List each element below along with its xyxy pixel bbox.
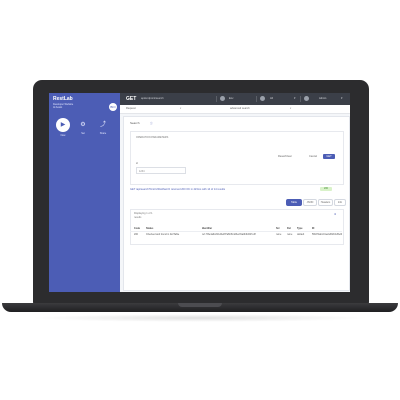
table-cell: ref-7f3e4a9c2b1d0e8f7a6b5c4d3e2f1a0b9c8d… [202,233,256,236]
divider [130,231,342,232]
scope-selector[interactable]: All [270,97,273,100]
divider [256,96,257,102]
table-cell: Checked and found in list/Table [146,233,180,236]
share-icon: ⤴ [99,122,106,128]
table-cell: 5f9d74abc01e2a3b8c4d5e6f [312,233,343,236]
sidebar-button-label: Share [99,132,107,135]
play-icon: ▶ [56,118,70,132]
top-bar: GET api/endpoint/search Env All ▾ Admin … [120,93,350,105]
sidebar-button-new[interactable]: ▶ New [55,118,71,137]
id-field[interactable]: 1234 [136,167,186,174]
column-header: Status [146,227,154,230]
sidebar-button-label: Set [81,132,85,135]
column-header: Type [297,227,303,230]
tab-headers[interactable]: Headers [318,199,333,206]
laptop-shadow [30,314,370,322]
account-menu[interactable]: Admin [319,97,326,100]
laptop-notch [178,303,222,307]
request-panel: Search ⓘ OPERATION PARAMETERS Reset/Clea… [123,116,350,291]
tab-table[interactable]: Table [286,199,302,206]
options-icon[interactable]: ⚙ [334,213,336,216]
user-avatar-icon[interactable] [304,96,309,101]
column-header: ID [312,227,315,230]
table-cell: none [276,233,282,236]
search-mode-selector[interactable]: advanced search [230,107,250,110]
column-header: Dst [287,227,291,230]
results-count: Displaying 1 of 1 [134,212,153,215]
status-message: GET /api/search?limit=20&offset=0 return… [130,188,226,191]
divider [300,96,301,102]
sidebar: RestLab Developer Website AI Assist BIO … [49,93,120,292]
chevron-down-icon[interactable]: ▾ [294,96,296,100]
http-method[interactable]: GET [126,96,136,102]
cancel-button[interactable]: Cancel [309,155,317,158]
divider [216,96,217,102]
field-label: id [136,162,138,165]
globe-icon [260,96,265,101]
brand-subtitle: Developer Website AI Assist [53,103,73,109]
parameters-title: OPERATION PARAMETERS [136,136,169,139]
org-logo: BIO [109,103,117,111]
section-title: Search [130,121,140,125]
parameters-box: OPERATION PARAMETERS Reset/Clear Cancel … [130,131,344,185]
sidebar-button-set[interactable]: ⚙ Set [75,118,91,135]
column-header: Identifier [202,227,213,230]
chevron-down-icon[interactable]: ▾ [290,107,291,110]
status-badge: 200 [320,187,332,191]
help-icon[interactable]: ⓘ [150,121,153,125]
brand-name: RestLab [53,96,73,102]
chevron-down-icon[interactable]: ▾ [341,96,343,100]
send-button[interactable]: GET [323,154,335,159]
tab-json[interactable]: JSON [303,199,317,206]
request-subbar: Request ▾ advanced search ▾ [120,105,350,114]
environment-selector[interactable]: Env [229,97,233,100]
url-field[interactable]: api/endpoint/search [141,97,164,100]
sidebar-button-label: New [60,134,66,137]
table-cell: 200 [134,233,138,236]
tab-info[interactable]: Info [334,199,346,206]
brand-subtitle-line-2: AI Assist [53,106,63,109]
table-cell: none [287,233,293,236]
gear-icon: ⚙ [80,122,86,128]
column-header: Src [276,227,280,230]
reset-button[interactable]: Reset/Clear [278,155,292,158]
request-selector[interactable]: Request [126,107,136,110]
environment-icon [220,96,225,101]
app-screen: RestLab Developer Website AI Assist BIO … [49,93,350,292]
chevron-down-icon[interactable]: ▾ [180,107,181,110]
column-header: Code [134,227,140,230]
results-subtitle: results [134,216,142,219]
table-cell: default [297,233,305,236]
sidebar-button-share[interactable]: ⤴ Share [95,118,111,135]
